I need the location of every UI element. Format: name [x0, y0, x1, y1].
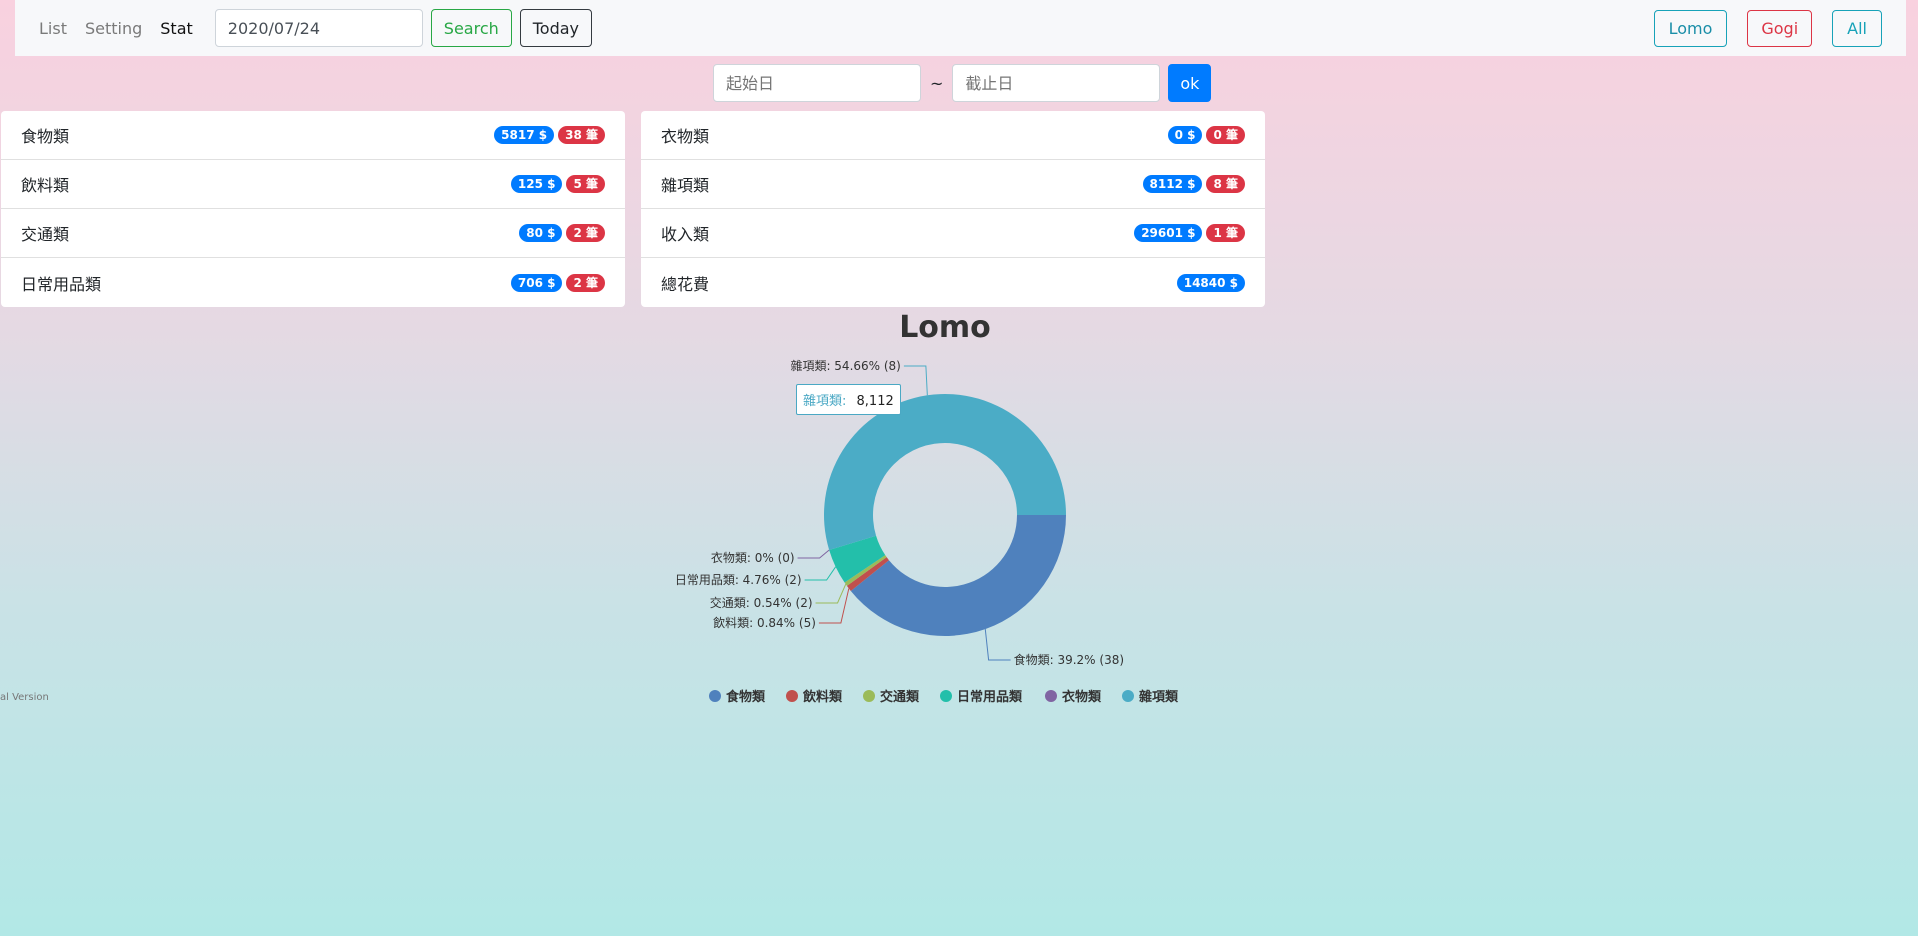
tooltip-category: 雜項類: — [803, 394, 847, 409]
data-label-食物類: 食物類: 39.2% (38) — [1014, 652, 1124, 667]
donut-chart: Lomo 食物類: 39.2% (38) 飲料類: 0.84% (5) 交通類: 0.… — [675, 310, 1179, 705]
data-label-飲料類: 飲料類: 0.84% (5) — [713, 615, 816, 630]
leader-line-飲料類 — [818, 588, 850, 624]
data-label-雜項類: 雜項類: 54.66% (8) — [790, 358, 900, 373]
data-label-衣物類: 衣物類: 0% (0) — [711, 550, 795, 565]
chart-tooltip: 雜項類: 8,112 — [796, 384, 901, 415]
leader-line-衣物類 — [797, 549, 830, 559]
leader-line-食物類 — [984, 629, 1011, 661]
legend-item-飲料類: 飲料類 — [802, 689, 843, 705]
legend-item-日常用品類: 日常用品類 — [957, 689, 1023, 705]
chart-title: Lomo — [899, 310, 991, 345]
legend-item-雜項類: 雜項類 — [1139, 689, 1179, 705]
legend-marker-日常用品類 — [940, 690, 952, 702]
leader-line-交通類 — [815, 584, 847, 604]
data-label-日常用品類: 日常用品類: 4.76% (2) — [675, 573, 802, 587]
data-label-交通類: 交通類: 0.54% (2) — [710, 595, 813, 610]
legend-marker-飲料類 — [786, 690, 798, 702]
legend-marker-食物類 — [709, 690, 721, 702]
leader-line-日常用品類 — [804, 566, 837, 581]
legend-marker-雜項類 — [1122, 690, 1134, 702]
legend-item-衣物類: 衣物類 — [1062, 689, 1102, 705]
leader-line-雜項類 — [903, 365, 928, 396]
legend-marker-交通類 — [863, 690, 875, 702]
legend-marker-衣物類 — [1045, 690, 1057, 702]
legend-item-食物類: 食物類 — [726, 689, 766, 705]
slice-食物類 — [850, 515, 1066, 637]
tooltip-value: 8,112 — [856, 394, 894, 409]
legend-item-交通類: 交通類 — [880, 689, 920, 705]
